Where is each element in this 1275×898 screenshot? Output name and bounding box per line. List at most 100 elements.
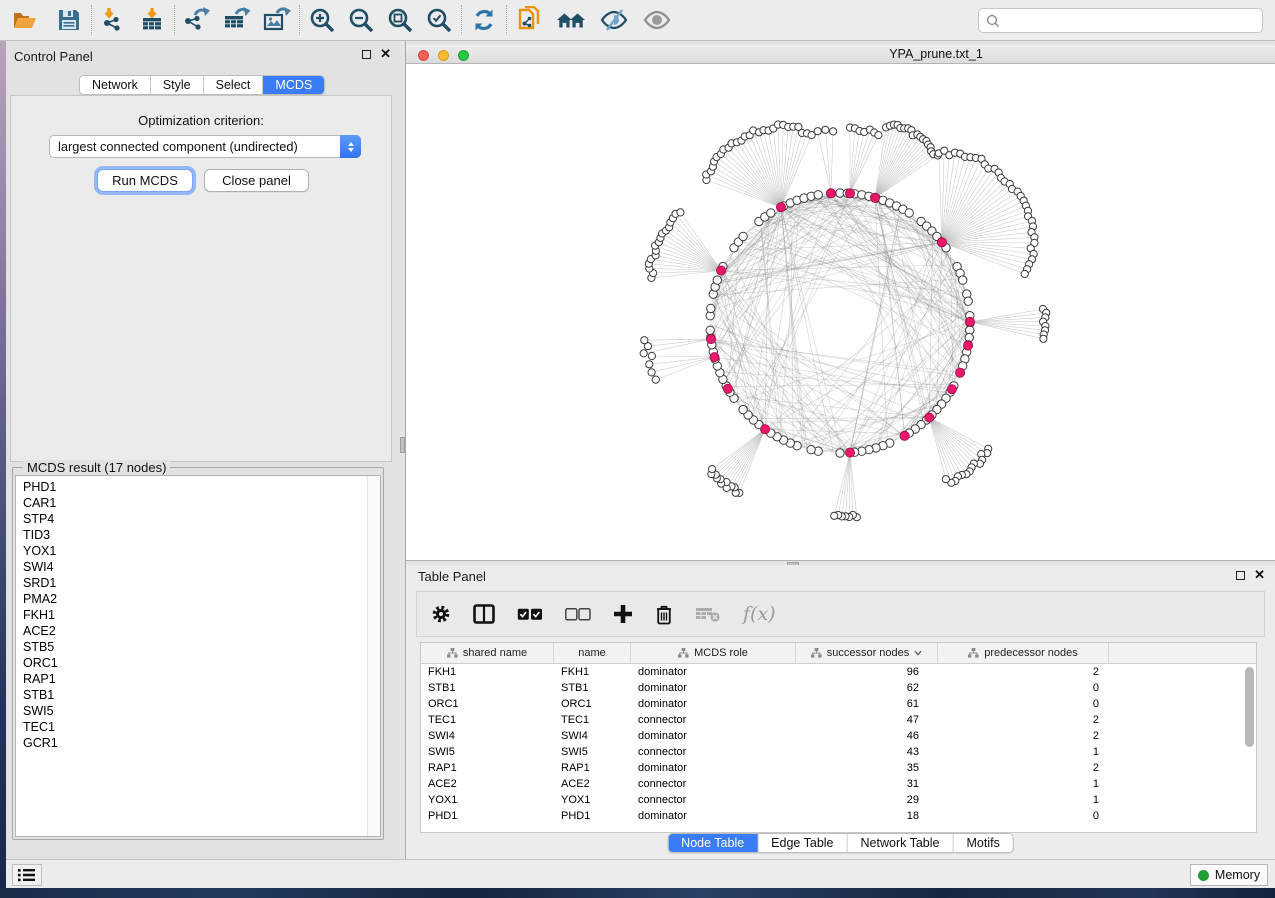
tab-select[interactable]: Select xyxy=(204,76,264,94)
window-zoom-icon[interactable] xyxy=(458,50,469,61)
mcds-hub-node[interactable] xyxy=(845,189,854,198)
table-row[interactable]: YOX1YOX1connector291 xyxy=(421,792,1256,808)
optimization-criterion-select[interactable]: largest connected component (undirected) xyxy=(49,135,361,158)
mcds-result-item[interactable]: SWI4 xyxy=(16,559,366,575)
run-mcds-button[interactable]: Run MCDS xyxy=(97,169,193,192)
mcds-hub-node[interactable] xyxy=(717,266,726,275)
export-table-icon[interactable] xyxy=(222,5,252,35)
mcds-hub-node[interactable] xyxy=(900,431,909,440)
window-close-icon[interactable] xyxy=(418,50,429,61)
mcds-hub-node[interactable] xyxy=(845,448,854,457)
tab-mcds[interactable]: MCDS xyxy=(263,76,324,94)
mcds-result-scrollbar[interactable] xyxy=(367,476,380,836)
table-row[interactable]: FKH1FKH1dominator962 xyxy=(421,664,1256,680)
tab-network-table[interactable]: Network Table xyxy=(848,834,954,852)
mcds-result-item[interactable]: TID3 xyxy=(16,527,366,543)
mcds-hub-node[interactable] xyxy=(826,189,835,198)
mcds-result-item[interactable]: PMA2 xyxy=(16,591,366,607)
mcds-hub-node[interactable] xyxy=(937,238,946,247)
zoom-out-icon[interactable] xyxy=(346,5,376,35)
float-panel-icon[interactable] xyxy=(1236,571,1245,580)
mcds-hub-node[interactable] xyxy=(925,413,934,422)
mcds-result-item[interactable]: YOX1 xyxy=(16,543,366,559)
zoom-in-icon[interactable] xyxy=(307,5,337,35)
mcds-hub-node[interactable] xyxy=(706,335,715,344)
tab-node-table[interactable]: Node Table xyxy=(668,834,758,852)
mcds-result-item[interactable]: GCR1 xyxy=(16,735,366,751)
table-row[interactable]: SWI5SWI5connector431 xyxy=(421,744,1256,760)
deselect-all-icon[interactable] xyxy=(565,607,591,621)
reapply-layout-icon[interactable] xyxy=(469,5,499,35)
column-header-shared-name[interactable]: shared name xyxy=(421,643,554,663)
mcds-hub-node[interactable] xyxy=(710,353,719,362)
tab-network[interactable]: Network xyxy=(80,76,151,94)
search-input[interactable] xyxy=(1000,11,1262,31)
import-table-icon[interactable] xyxy=(137,5,167,35)
mcds-result-item[interactable]: STB5 xyxy=(16,639,366,655)
mcds-hub-node[interactable] xyxy=(956,368,965,377)
mcds-hub-node[interactable] xyxy=(870,193,879,202)
table-scrollbar[interactable] xyxy=(1243,665,1255,832)
close-panel-icon[interactable]: ✕ xyxy=(1254,570,1265,580)
column-header-MCDS-role[interactable]: MCDS role xyxy=(631,643,796,663)
mcds-result-item[interactable]: SWI5 xyxy=(16,703,366,719)
network-window-titlebar[interactable]: YPA_prune.txt_1 xyxy=(406,45,1275,64)
table-scrollbar-thumb[interactable] xyxy=(1245,667,1254,747)
search-field[interactable] xyxy=(978,8,1263,33)
mcds-hub-node[interactable] xyxy=(776,203,785,212)
mcds-result-item[interactable]: ORC1 xyxy=(16,655,366,671)
hide-graphics-details-icon[interactable] xyxy=(599,5,629,35)
table-row[interactable]: SWI4SWI4dominator462 xyxy=(421,728,1256,744)
mcds-result-item[interactable]: RAP1 xyxy=(16,671,366,687)
zoom-fit-icon[interactable] xyxy=(385,5,415,35)
column-header-successor-nodes[interactable]: successor nodes xyxy=(796,643,938,663)
delete-table-icon[interactable] xyxy=(695,605,721,623)
mcds-result-listbox[interactable]: PHD1CAR1STP4TID3YOX1SWI4SRD1PMA2FKH1ACE2… xyxy=(15,475,381,837)
mcds-result-item[interactable]: ACE2 xyxy=(16,623,366,639)
network-canvas[interactable] xyxy=(406,64,1275,560)
mcds-result-item[interactable]: CAR1 xyxy=(16,495,366,511)
table-settings-gear-icon[interactable] xyxy=(431,604,451,624)
float-panel-icon[interactable] xyxy=(362,50,371,59)
mcds-hub-node[interactable] xyxy=(761,425,770,434)
table-row[interactable]: ACE2ACE2connector311 xyxy=(421,776,1256,792)
tab-motifs[interactable]: Motifs xyxy=(953,834,1012,852)
add-icon[interactable] xyxy=(613,604,633,624)
save-session-icon[interactable] xyxy=(54,5,84,35)
open-session-icon[interactable] xyxy=(10,5,40,35)
memory-button[interactable]: Memory xyxy=(1190,864,1268,886)
window-minimize-icon[interactable] xyxy=(438,50,449,61)
table-row[interactable]: PHD1PHD1dominator180 xyxy=(421,808,1256,824)
mcds-hub-node[interactable] xyxy=(963,341,972,350)
mcds-result-item[interactable]: STP4 xyxy=(16,511,366,527)
mcds-hub-node[interactable] xyxy=(947,385,956,394)
task-history-button[interactable] xyxy=(12,864,42,886)
mcds-result-item[interactable]: FKH1 xyxy=(16,607,366,623)
mcds-hub-node[interactable] xyxy=(723,384,732,393)
show-graphics-details-icon[interactable] xyxy=(642,5,672,35)
column-header-predecessor-nodes[interactable]: predecessor nodes xyxy=(938,643,1109,663)
tab-style[interactable]: Style xyxy=(151,76,204,94)
delete-icon[interactable] xyxy=(655,604,673,625)
mcds-result-item[interactable]: PHD1 xyxy=(16,479,366,495)
splitter-grip[interactable] xyxy=(400,437,405,453)
mcds-result-item[interactable]: TEC1 xyxy=(16,719,366,735)
select-all-icon[interactable] xyxy=(517,607,543,621)
vertical-splitter[interactable] xyxy=(399,41,406,859)
table-row[interactable]: RAP1RAP1dominator352 xyxy=(421,760,1256,776)
function-builder-icon[interactable]: f(x) xyxy=(743,603,776,625)
export-image-icon[interactable] xyxy=(262,5,292,35)
import-network-icon[interactable] xyxy=(99,5,129,35)
zoom-selected-icon[interactable] xyxy=(424,5,454,35)
table-row[interactable]: STB1STB1dominator620 xyxy=(421,680,1256,696)
table-row[interactable]: TEC1TEC1connector472 xyxy=(421,712,1256,728)
clone-network-icon[interactable] xyxy=(514,5,544,35)
mcds-result-item[interactable]: STB1 xyxy=(16,687,366,703)
close-panel-button[interactable]: Close panel xyxy=(204,169,309,192)
column-header-name[interactable]: name xyxy=(554,643,631,663)
export-network-icon[interactable] xyxy=(182,5,212,35)
show-column-icon[interactable] xyxy=(473,604,495,624)
mcds-hub-node[interactable] xyxy=(965,317,974,326)
open-recent-session-icon[interactable] xyxy=(556,5,586,35)
mcds-result-item[interactable]: SRD1 xyxy=(16,575,366,591)
